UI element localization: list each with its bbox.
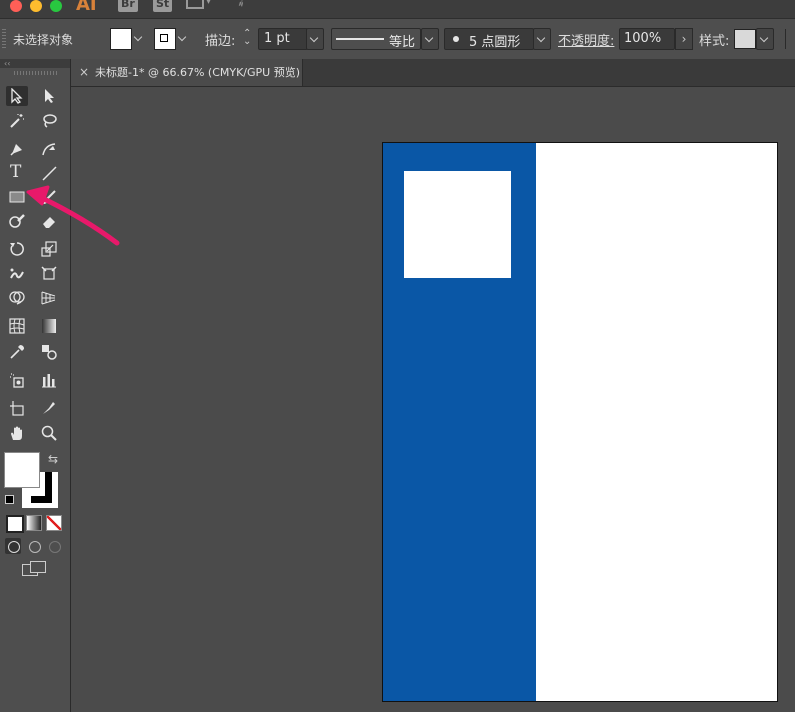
app-logo: AI (76, 0, 97, 15)
draw-inside-button[interactable] (46, 538, 62, 554)
close-tab-icon[interactable]: × (79, 59, 89, 86)
lasso-tool[interactable] (38, 111, 60, 131)
free-transform-tool[interactable] (38, 264, 60, 284)
profile-dropdown[interactable] (421, 28, 439, 50)
direct-selection-tool[interactable] (38, 86, 60, 106)
stroke-label: 描边: (205, 34, 236, 49)
stroke-dropdown[interactable] (175, 28, 191, 48)
app-title-bar: AI Br St ▾ ➶ (0, 0, 795, 18)
slice-tool[interactable] (38, 398, 60, 418)
color-mode-button[interactable] (6, 515, 24, 533)
white-square[interactable] (404, 171, 511, 278)
rectangle-tool[interactable] (6, 187, 28, 207)
stroke-weight-dropdown[interactable] (306, 28, 324, 50)
swap-fill-stroke-icon[interactable]: ⇆ (48, 452, 58, 466)
rotate-tool[interactable] (6, 239, 28, 259)
fill-dropdown[interactable] (131, 28, 147, 48)
zoom-tool[interactable] (38, 423, 60, 443)
selection-tool[interactable] (6, 86, 28, 106)
none-mode-button[interactable] (46, 515, 62, 531)
shape-builder-tool[interactable] (6, 288, 28, 308)
document-tab-title: 未标题-1* @ 66.67% (CMYK/GPU 预览) (95, 66, 300, 79)
grip-handle[interactable] (2, 29, 6, 49)
panel-collapse-icon[interactable]: ‹‹ (0, 59, 70, 68)
close-window-button[interactable] (10, 0, 22, 12)
document-tab-bar: × 未标题-1* @ 66.67% (CMYK/GPU 预览) (71, 59, 795, 87)
divider (785, 29, 786, 49)
draw-behind-button[interactable] (26, 538, 42, 554)
perspective-grid-tool[interactable] (38, 288, 60, 308)
brush-dropdown[interactable] (533, 28, 551, 50)
stock-button[interactable]: St (153, 0, 173, 12)
selection-status: 未选择对象 (13, 33, 74, 47)
stroke-weight-input[interactable]: 1 pt (258, 28, 308, 50)
minimize-window-button[interactable] (30, 0, 42, 12)
chevron-down-icon[interactable]: ▾ (206, 0, 211, 7)
screen-mode-icon-front (30, 561, 46, 573)
mesh-tool[interactable] (6, 316, 28, 336)
magic-wand-tool[interactable] (6, 111, 28, 131)
style-label: 样式: (699, 34, 730, 49)
shaper-tool[interactable] (6, 211, 28, 231)
stroke-swatch[interactable] (154, 28, 176, 50)
tools-panel: ‹‹ T ⇆ (0, 59, 71, 712)
artboard-tool[interactable] (6, 398, 28, 418)
brush-definition[interactable]: 5 点圆形 (444, 28, 534, 50)
scale-tool[interactable] (38, 239, 60, 259)
opacity-arrow-button[interactable]: › (675, 28, 693, 50)
blend-tool[interactable] (38, 342, 60, 362)
type-tool[interactable]: T (6, 162, 28, 183)
fill-color-box[interactable] (4, 452, 40, 488)
panel-grip[interactable] (14, 71, 58, 75)
symbol-sprayer-tool[interactable] (6, 370, 28, 390)
opacity-label[interactable]: 不透明度: (558, 30, 614, 49)
eyedropper-tool[interactable] (6, 342, 28, 362)
eraser-tool[interactable] (38, 211, 60, 231)
default-colors-icon[interactable] (5, 495, 14, 504)
artboard[interactable] (382, 142, 778, 702)
pen-tool[interactable] (6, 139, 28, 159)
gradient-mode-button[interactable] (26, 515, 42, 531)
control-bar: 未选择对象 描边: ⌃ ⌄ 1 pt 等比 5 点圆形 不透明度: 100% › … (0, 18, 795, 60)
document-tab[interactable]: × 未标题-1* @ 66.67% (CMYK/GPU 预览) (71, 59, 303, 86)
hand-tool[interactable] (6, 423, 28, 443)
stroke-stepper[interactable]: ⌃ ⌄ (243, 29, 251, 47)
curvature-tool[interactable] (38, 139, 60, 159)
paintbrush-tool[interactable] (38, 187, 60, 207)
graphic-style-swatch[interactable] (734, 29, 756, 49)
fill-swatch[interactable] (110, 28, 132, 50)
column-graph-tool[interactable] (38, 370, 60, 390)
gpu-performance-icon[interactable]: ➶ (233, 0, 251, 12)
puppet-warp-tool[interactable] (6, 264, 28, 284)
style-dropdown[interactable] (756, 28, 774, 50)
bridge-button[interactable]: Br (118, 0, 138, 12)
zoom-window-button[interactable] (50, 0, 62, 12)
draw-normal-button[interactable] (5, 538, 21, 554)
variable-width-profile[interactable]: 等比 (331, 28, 421, 50)
gradient-tool[interactable] (38, 316, 60, 336)
arrange-documents-icon[interactable] (186, 0, 204, 9)
line-segment-tool[interactable] (38, 163, 60, 183)
opacity-input[interactable]: 100% (619, 28, 675, 50)
